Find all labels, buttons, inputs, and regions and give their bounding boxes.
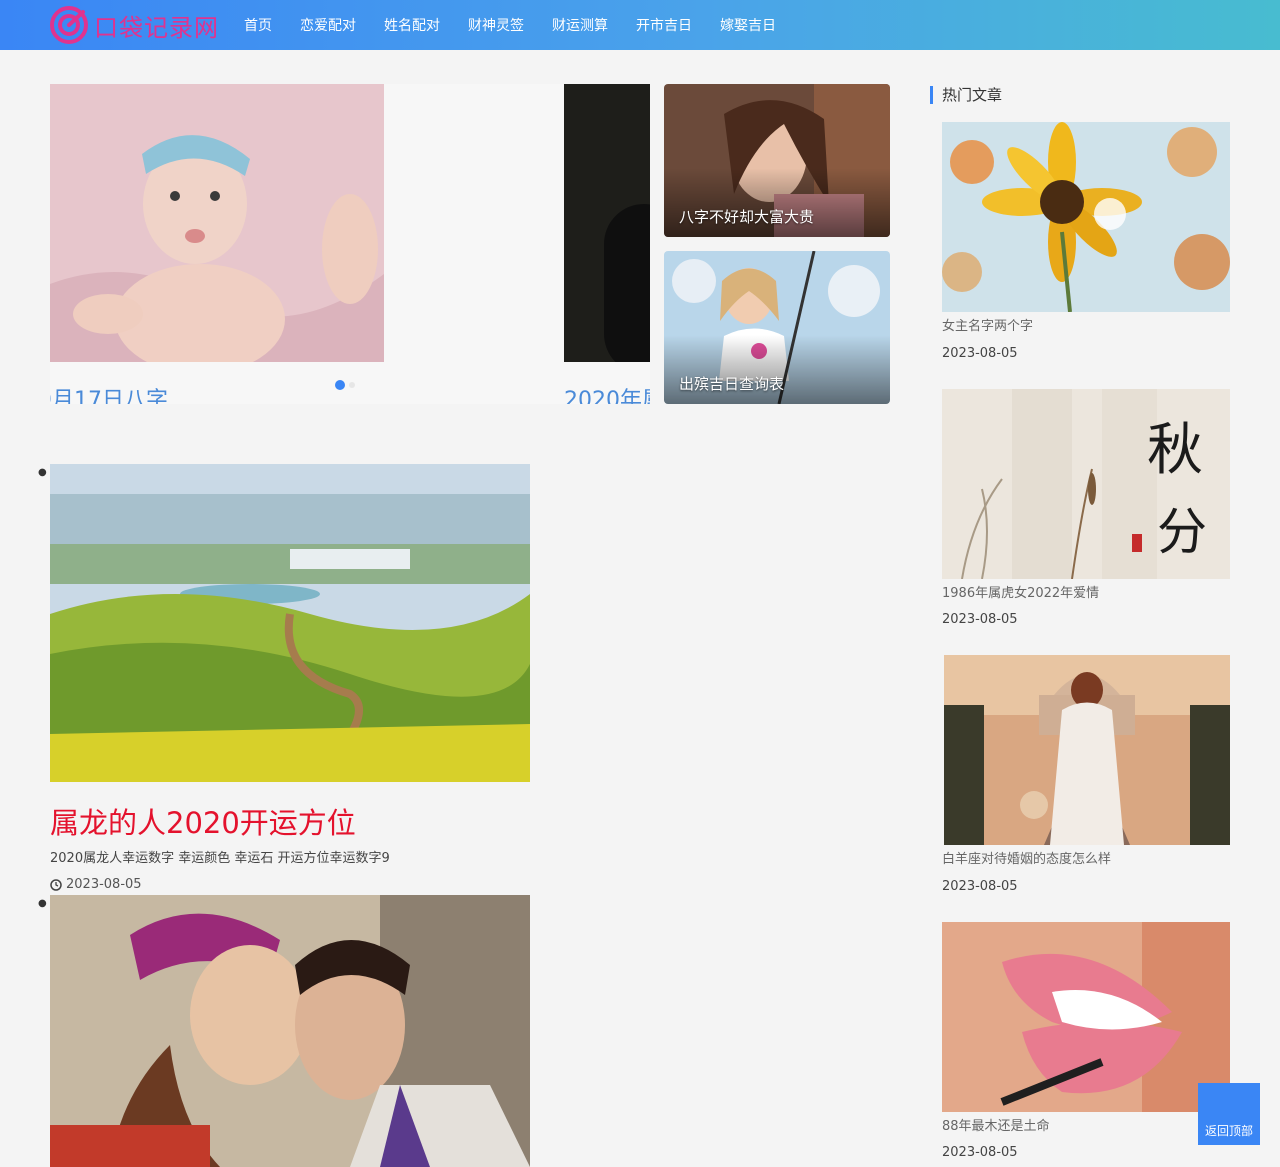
nav-item-name-match[interactable]: 姓名配对 (370, 15, 454, 35)
sidebar-thumbnail[interactable] (942, 122, 1230, 312)
svg-text:秋: 秋 (1147, 418, 1203, 483)
list-bullet: ● (38, 467, 47, 478)
sidebar-article-title[interactable]: 白羊座对待婚姻的态度怎么样 (942, 848, 1111, 867)
sidebar-thumbnail[interactable] (942, 922, 1230, 1112)
nav-item-opening-day[interactable]: 开市吉日 (622, 15, 706, 35)
slider-dot-active[interactable] (335, 380, 345, 390)
sidebar-thumbnail[interactable] (944, 655, 1230, 845)
logo-text: 口袋记录网 (94, 13, 219, 42)
sidebar-article-title[interactable]: 女主名字两个字 (942, 315, 1033, 334)
featured-slider[interactable]: 9月17日八字 2020年属 (50, 84, 650, 404)
article-title[interactable]: 属龙的人2020开运方位 (50, 800, 356, 842)
card-title[interactable]: 出殡吉日查询表 (679, 373, 784, 394)
article-thumbnail[interactable] (50, 464, 530, 782)
main-nav: 首页 恋爱配对 姓名配对 财神灵签 财运测算 开市吉日 嫁娶吉日 (230, 0, 790, 50)
sidebar-heading: 热门文章 (930, 86, 1002, 104)
card-title[interactable]: 八字不好却大富大贵 (679, 206, 814, 227)
sidebar-article-title[interactable]: 1986年属虎女2022年爱情 (942, 582, 1099, 601)
slide-image-baby[interactable] (50, 84, 384, 362)
sidebar-thumbnail[interactable]: 秋 分 (942, 389, 1230, 579)
slide-caption[interactable]: 2020年属 (564, 382, 650, 404)
feature-card[interactable]: 八字不好却大富大贵 (664, 84, 890, 237)
article-thumbnail[interactable] (50, 895, 530, 1167)
clock-icon (50, 878, 62, 891)
sidebar-article-date: 2023-08-05 (942, 612, 1018, 627)
sidebar-article-date: 2023-08-05 (942, 879, 1018, 894)
nav-item-fortune[interactable]: 财运测算 (538, 15, 622, 35)
site-logo[interactable]: 口袋记录网 (50, 6, 219, 44)
nav-item-wedding-day[interactable]: 嫁娶吉日 (706, 15, 790, 35)
feature-card[interactable]: 出殡吉日查询表 (664, 251, 890, 404)
logo-icon (50, 6, 88, 44)
slide-caption[interactable]: 9月17日八字 (50, 382, 168, 404)
article-date: 2023-08-05 (50, 877, 142, 892)
sidebar-article-title[interactable]: 88年最木还是土命 (942, 1115, 1050, 1134)
nav-item-wealth-lot[interactable]: 财神灵签 (454, 15, 538, 35)
nav-item-home[interactable]: 首页 (230, 15, 286, 35)
article-description: 2020属龙人幸运数字 幸运颜色 幸运石 开运方位幸运数字9 (50, 851, 390, 866)
top-header: 口袋记录网 首页 恋爱配对 姓名配对 财神灵签 财运测算 开市吉日 嫁娶吉日 (0, 0, 1280, 50)
back-to-top-button[interactable]: 返回顶部 (1198, 1083, 1260, 1145)
article-date-text: 2023-08-05 (66, 877, 142, 892)
list-bullet: ● (38, 898, 47, 909)
slider-pagination (335, 380, 355, 390)
slider-dot[interactable] (349, 382, 355, 388)
svg-text:分: 分 (1157, 503, 1207, 561)
sidebar-article-date: 2023-08-05 (942, 346, 1018, 361)
slide-image-dark[interactable] (564, 84, 650, 362)
nav-item-love-match[interactable]: 恋爱配对 (286, 15, 370, 35)
sidebar-article-date: 2023-08-05 (942, 1145, 1018, 1160)
